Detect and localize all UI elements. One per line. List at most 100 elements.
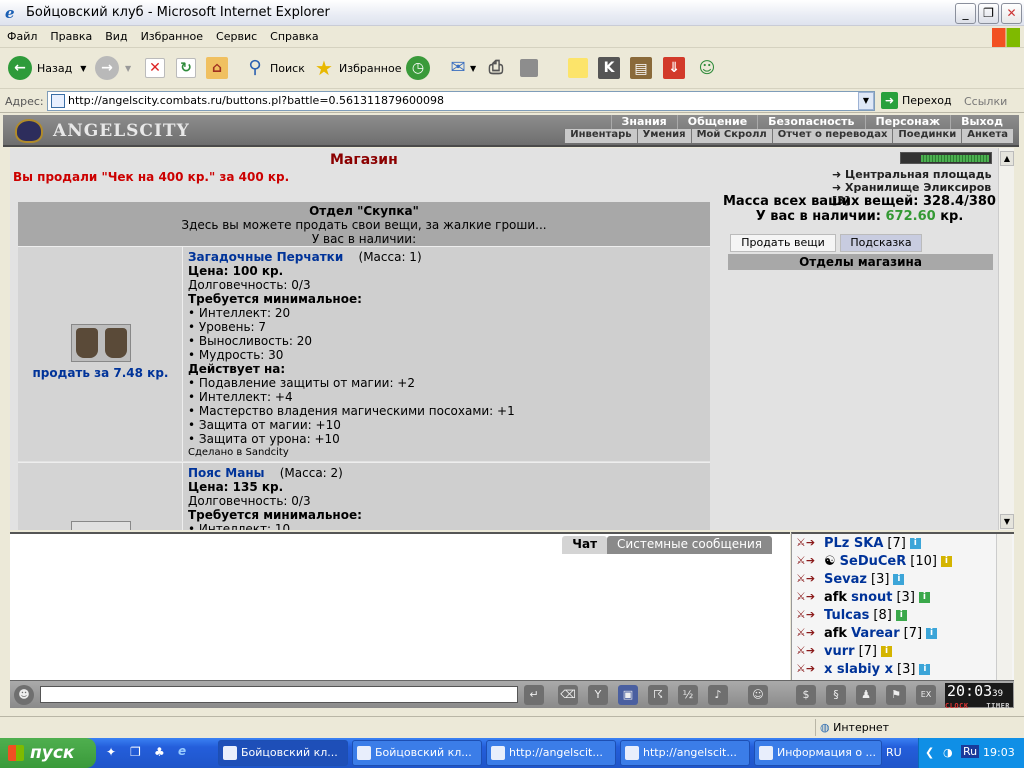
print-button[interactable]: ⎙ (484, 54, 508, 82)
minimize-button[interactable]: _ (955, 3, 976, 24)
menu-tools[interactable]: Сервис (209, 26, 263, 43)
fraction-icon[interactable]: ½ (678, 685, 698, 705)
subnav-profile[interactable]: Анкета (961, 129, 1013, 143)
notes-button[interactable] (568, 54, 588, 82)
list-item[interactable]: ⚔➔ Tulcas [8] i (796, 606, 907, 624)
maximize-button[interactable]: ❐ (978, 3, 999, 24)
back-button[interactable]: ← Назад ▼ (8, 54, 86, 82)
tab-sell-items[interactable]: Продать вещи (730, 234, 836, 252)
userlist-scrollbar[interactable] (996, 534, 1012, 680)
tools-button[interactable]: ▤ (630, 54, 652, 82)
speaker-icon[interactable]: ☻ (14, 685, 34, 705)
subnav-inventory[interactable]: Инвентарь (564, 129, 636, 143)
flag-icon[interactable]: ⚑ (886, 685, 906, 705)
info-icon[interactable]: i (918, 591, 930, 603)
attack-arrow-icon[interactable]: ⚔➔ (796, 644, 820, 658)
menu-file[interactable]: Файл (0, 26, 43, 43)
content-scrollbar[interactable]: ▲ ▼ (998, 148, 1014, 530)
edit-button[interactable] (520, 54, 538, 82)
chat-area[interactable]: Чат Системные сообщения (10, 532, 790, 680)
home-button[interactable]: ⌂ (206, 54, 228, 82)
subnav-transfers[interactable]: Отчет о переводах (771, 129, 893, 143)
menu-favorites[interactable]: Избранное (134, 26, 209, 43)
subnav-skills[interactable]: Умения (636, 129, 691, 143)
info-icon[interactable]: i (893, 573, 905, 585)
k-button[interactable]: K (598, 54, 620, 82)
run-icon[interactable]: ☈ (648, 685, 668, 705)
tray-icon[interactable]: ◑ (943, 746, 953, 759)
attack-arrow-icon[interactable]: ⚔➔ (796, 590, 820, 604)
attack-arrow-icon[interactable]: ⚔➔ (796, 626, 820, 640)
list-item[interactable]: ⚔➔ afk Varear [7] i (796, 624, 938, 642)
history-button[interactable]: ◷ (406, 54, 430, 82)
taskbar-item[interactable]: Информация о ... (754, 740, 882, 766)
tab-system-messages[interactable]: Системные сообщения (607, 536, 772, 554)
messenger-button[interactable]: ☺ (695, 54, 719, 82)
eraser-icon[interactable]: ⌫ (558, 685, 578, 705)
download-button[interactable]: ⇓ (663, 54, 685, 82)
quicklaunch-icon[interactable]: ♣ (154, 745, 165, 759)
smile-icon[interactable]: ☺ (748, 685, 768, 705)
language-indicator[interactable]: RU (886, 746, 902, 759)
info-icon[interactable]: i (895, 609, 907, 621)
address-input[interactable]: http://angelscity.combats.ru/buttons.pl?… (47, 91, 875, 111)
link-central-square[interactable]: ➜ Центральная площадь (832, 168, 992, 181)
info-icon[interactable]: i (940, 555, 952, 567)
tab-hint[interactable]: Подсказка (840, 234, 922, 252)
nav-communication[interactable]: Общение (676, 115, 757, 129)
ie-icon[interactable]: e (178, 744, 186, 758)
nav-exit[interactable]: Выход (950, 115, 1013, 129)
info-icon[interactable]: i (919, 663, 931, 675)
start-button[interactable]: пуск (0, 738, 96, 768)
send-icon[interactable]: ↵ (524, 685, 544, 705)
mail-button[interactable]: ✉ ▼ (446, 54, 476, 82)
group-icon[interactable]: ♟ (856, 685, 876, 705)
scroll-down-icon[interactable]: ▼ (1000, 514, 1014, 529)
taskbar-item[interactable]: Бойцовский кл... (352, 740, 482, 766)
chat-input[interactable] (40, 686, 518, 703)
refresh-button[interactable]: ↻ (176, 54, 196, 82)
list-item[interactable]: ⚔➔ vurr [7] i (796, 642, 892, 660)
nav-character[interactable]: Персонаж (864, 115, 951, 129)
tray-arrow-icon[interactable]: ❮ (925, 746, 934, 759)
chevron-down-icon[interactable]: ▼ (125, 64, 131, 73)
attack-arrow-icon[interactable]: ⚔➔ (796, 608, 820, 622)
list-item[interactable]: ⚔➔ x slabiy x [3] i (796, 660, 931, 678)
keyboard-layout-icon[interactable]: Ru (961, 745, 980, 758)
sound-icon[interactable]: ♪ (708, 685, 728, 705)
list-item[interactable]: ⚔➔ afk snout [3] i (796, 588, 930, 606)
chevron-down-icon[interactable]: ▼ (470, 64, 476, 73)
search-button[interactable]: ⚲ Поиск (243, 54, 304, 82)
subnav-duels[interactable]: Поединки (892, 129, 961, 143)
info-icon[interactable]: i (926, 627, 938, 639)
tab-chat[interactable]: Чат (562, 536, 608, 554)
save-icon[interactable]: ▣ (618, 685, 638, 705)
subnav-scroll[interactable]: Мой Скролл (690, 129, 772, 143)
attack-arrow-icon[interactable]: ⚔➔ (796, 572, 820, 586)
stop-button[interactable]: ✕ (145, 54, 165, 82)
taskbar-item[interactable]: Бойцовский кл... (218, 740, 348, 766)
close-button[interactable]: ✕ (1001, 3, 1022, 24)
favorites-button[interactable]: ★ Избранное (312, 54, 401, 82)
filter-icon[interactable]: Y (588, 685, 608, 705)
menu-edit[interactable]: Правка (43, 26, 98, 43)
taskbar-item[interactable]: http://angelscit... (620, 740, 750, 766)
attack-arrow-icon[interactable]: ⚔➔ (796, 536, 820, 550)
list-item[interactable]: ⚔➔ PLz SKA [7] i (796, 534, 921, 552)
address-dropdown-icon[interactable]: ▼ (858, 92, 874, 110)
attack-arrow-icon[interactable]: ⚔➔ (796, 662, 820, 676)
tray-clock[interactable]: 19:03 (983, 746, 1015, 759)
quicklaunch-icon[interactable]: ✦ (106, 745, 116, 759)
item-name[interactable]: Загадочные Перчатки (188, 250, 343, 264)
info-icon[interactable]: i (909, 537, 921, 549)
info-icon[interactable]: i (880, 645, 892, 657)
go-button[interactable]: ➜ Переход (881, 92, 952, 109)
scroll-up-icon[interactable]: ▲ (1000, 151, 1014, 166)
quicklaunch-icon[interactable]: ❐ (130, 745, 141, 759)
taskbar-item[interactable]: http://angelscit... (486, 740, 616, 766)
scroll-icon[interactable]: § (826, 685, 846, 705)
money-bag-icon[interactable]: $ (796, 685, 816, 705)
sell-item-link[interactable]: продать за 7.48 кр. (18, 366, 183, 380)
list-item[interactable]: ⚔➔ ☯ SeDuCeR [10] i (796, 552, 952, 570)
chevron-down-icon[interactable]: ▼ (80, 64, 86, 73)
